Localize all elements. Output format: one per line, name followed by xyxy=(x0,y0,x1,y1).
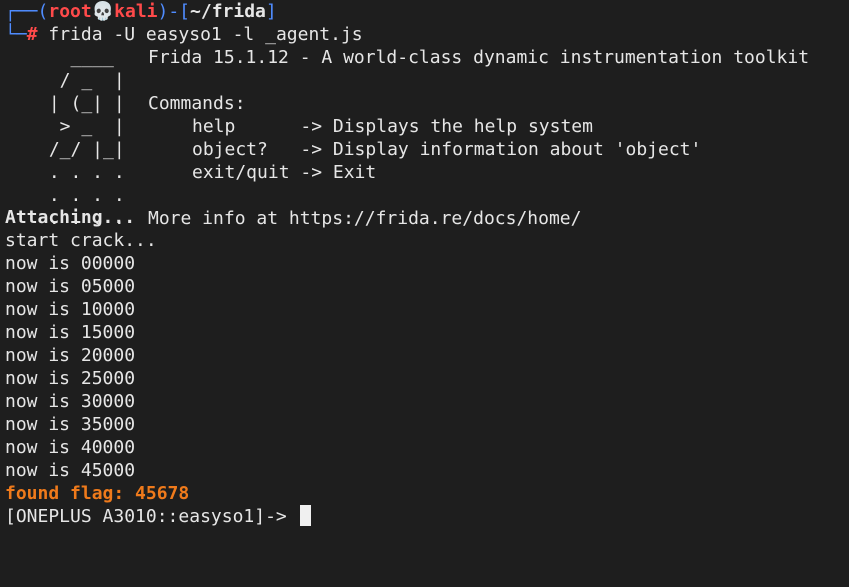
logo-line: / _ | xyxy=(38,70,125,91)
progress-line: now is 25000 xyxy=(5,368,136,389)
prompt-bracket-close: ] xyxy=(265,1,277,22)
logo-line: . . . . xyxy=(38,185,125,206)
commands-label: Commands: xyxy=(148,93,246,114)
logo-line: . . . . xyxy=(38,208,125,229)
banner-info: Frida 15.1.12 - A world-class dynamic in… xyxy=(148,46,809,230)
prompt-separator: )-[ xyxy=(157,1,191,22)
progress-line: now is 20000 xyxy=(5,345,136,366)
repl-prompt-line[interactable]: [ONEPLUS A3010::easyso1]-> xyxy=(5,505,845,528)
start-crack-line: start crack... xyxy=(5,230,157,251)
progress-line: now is 45000 xyxy=(5,460,136,481)
command-help: help -> Displays the help system xyxy=(192,116,593,137)
progress-line: now is 30000 xyxy=(5,391,136,412)
progress-list: now is 00000 now is 05000 now is 10000 n… xyxy=(5,252,845,482)
progress-line: now is 40000 xyxy=(5,437,136,458)
command-object: object? -> Display information about 'ob… xyxy=(192,139,702,160)
prompt-line-1: ┌──(root💀kali)-[~/frida] xyxy=(5,0,845,23)
prompt-bracket-open: ┌──( xyxy=(5,1,49,22)
logo-line: . . . . xyxy=(38,162,125,183)
logo-line: /_/ |_| xyxy=(38,139,125,160)
command-text: frida -U easyso1 -l _agent.js xyxy=(37,24,363,45)
prompt-prefix: └─ xyxy=(5,24,27,45)
found-flag-line: found flag: 45678 xyxy=(5,483,190,504)
progress-line: now is 15000 xyxy=(5,322,136,343)
frida-version-title: Frida 15.1.12 - A world-class dynamic in… xyxy=(148,47,810,68)
repl-prompt: [ONEPLUS A3010::easyso1]-> xyxy=(5,506,298,527)
logo-line: | (_| | xyxy=(38,93,125,114)
prompt-host: kali xyxy=(114,1,158,22)
text-cursor[interactable] xyxy=(299,505,311,526)
progress-line: now is 05000 xyxy=(5,276,136,297)
frida-banner: ____ / _ | | (_| | > _ | /_/ |_| . . . .… xyxy=(5,46,845,229)
progress-line: now is 35000 xyxy=(5,414,136,435)
more-info-line: More info at https://frida.re/docs/home/ xyxy=(148,208,582,229)
logo-line: ____ xyxy=(38,47,114,68)
command-exit: exit/quit -> Exit xyxy=(192,162,377,183)
progress-line: now is 10000 xyxy=(5,299,136,320)
prompt-path: ~/frida xyxy=(190,1,266,22)
prompt-hash: # xyxy=(26,24,38,45)
progress-line: now is 00000 xyxy=(5,253,136,274)
prompt-line-2: └─# frida -U easyso1 -l _agent.js xyxy=(5,23,845,46)
frida-ascii-logo: ____ / _ | | (_| | > _ | /_/ |_| . . . .… xyxy=(38,46,125,230)
logo-line: > _ | xyxy=(38,116,125,137)
terminal[interactable]: ┌──(root💀kali)-[~/frida] └─# frida -U ea… xyxy=(5,0,845,528)
skull-icon: 💀 xyxy=(91,1,115,22)
prompt-user: root xyxy=(48,1,92,22)
